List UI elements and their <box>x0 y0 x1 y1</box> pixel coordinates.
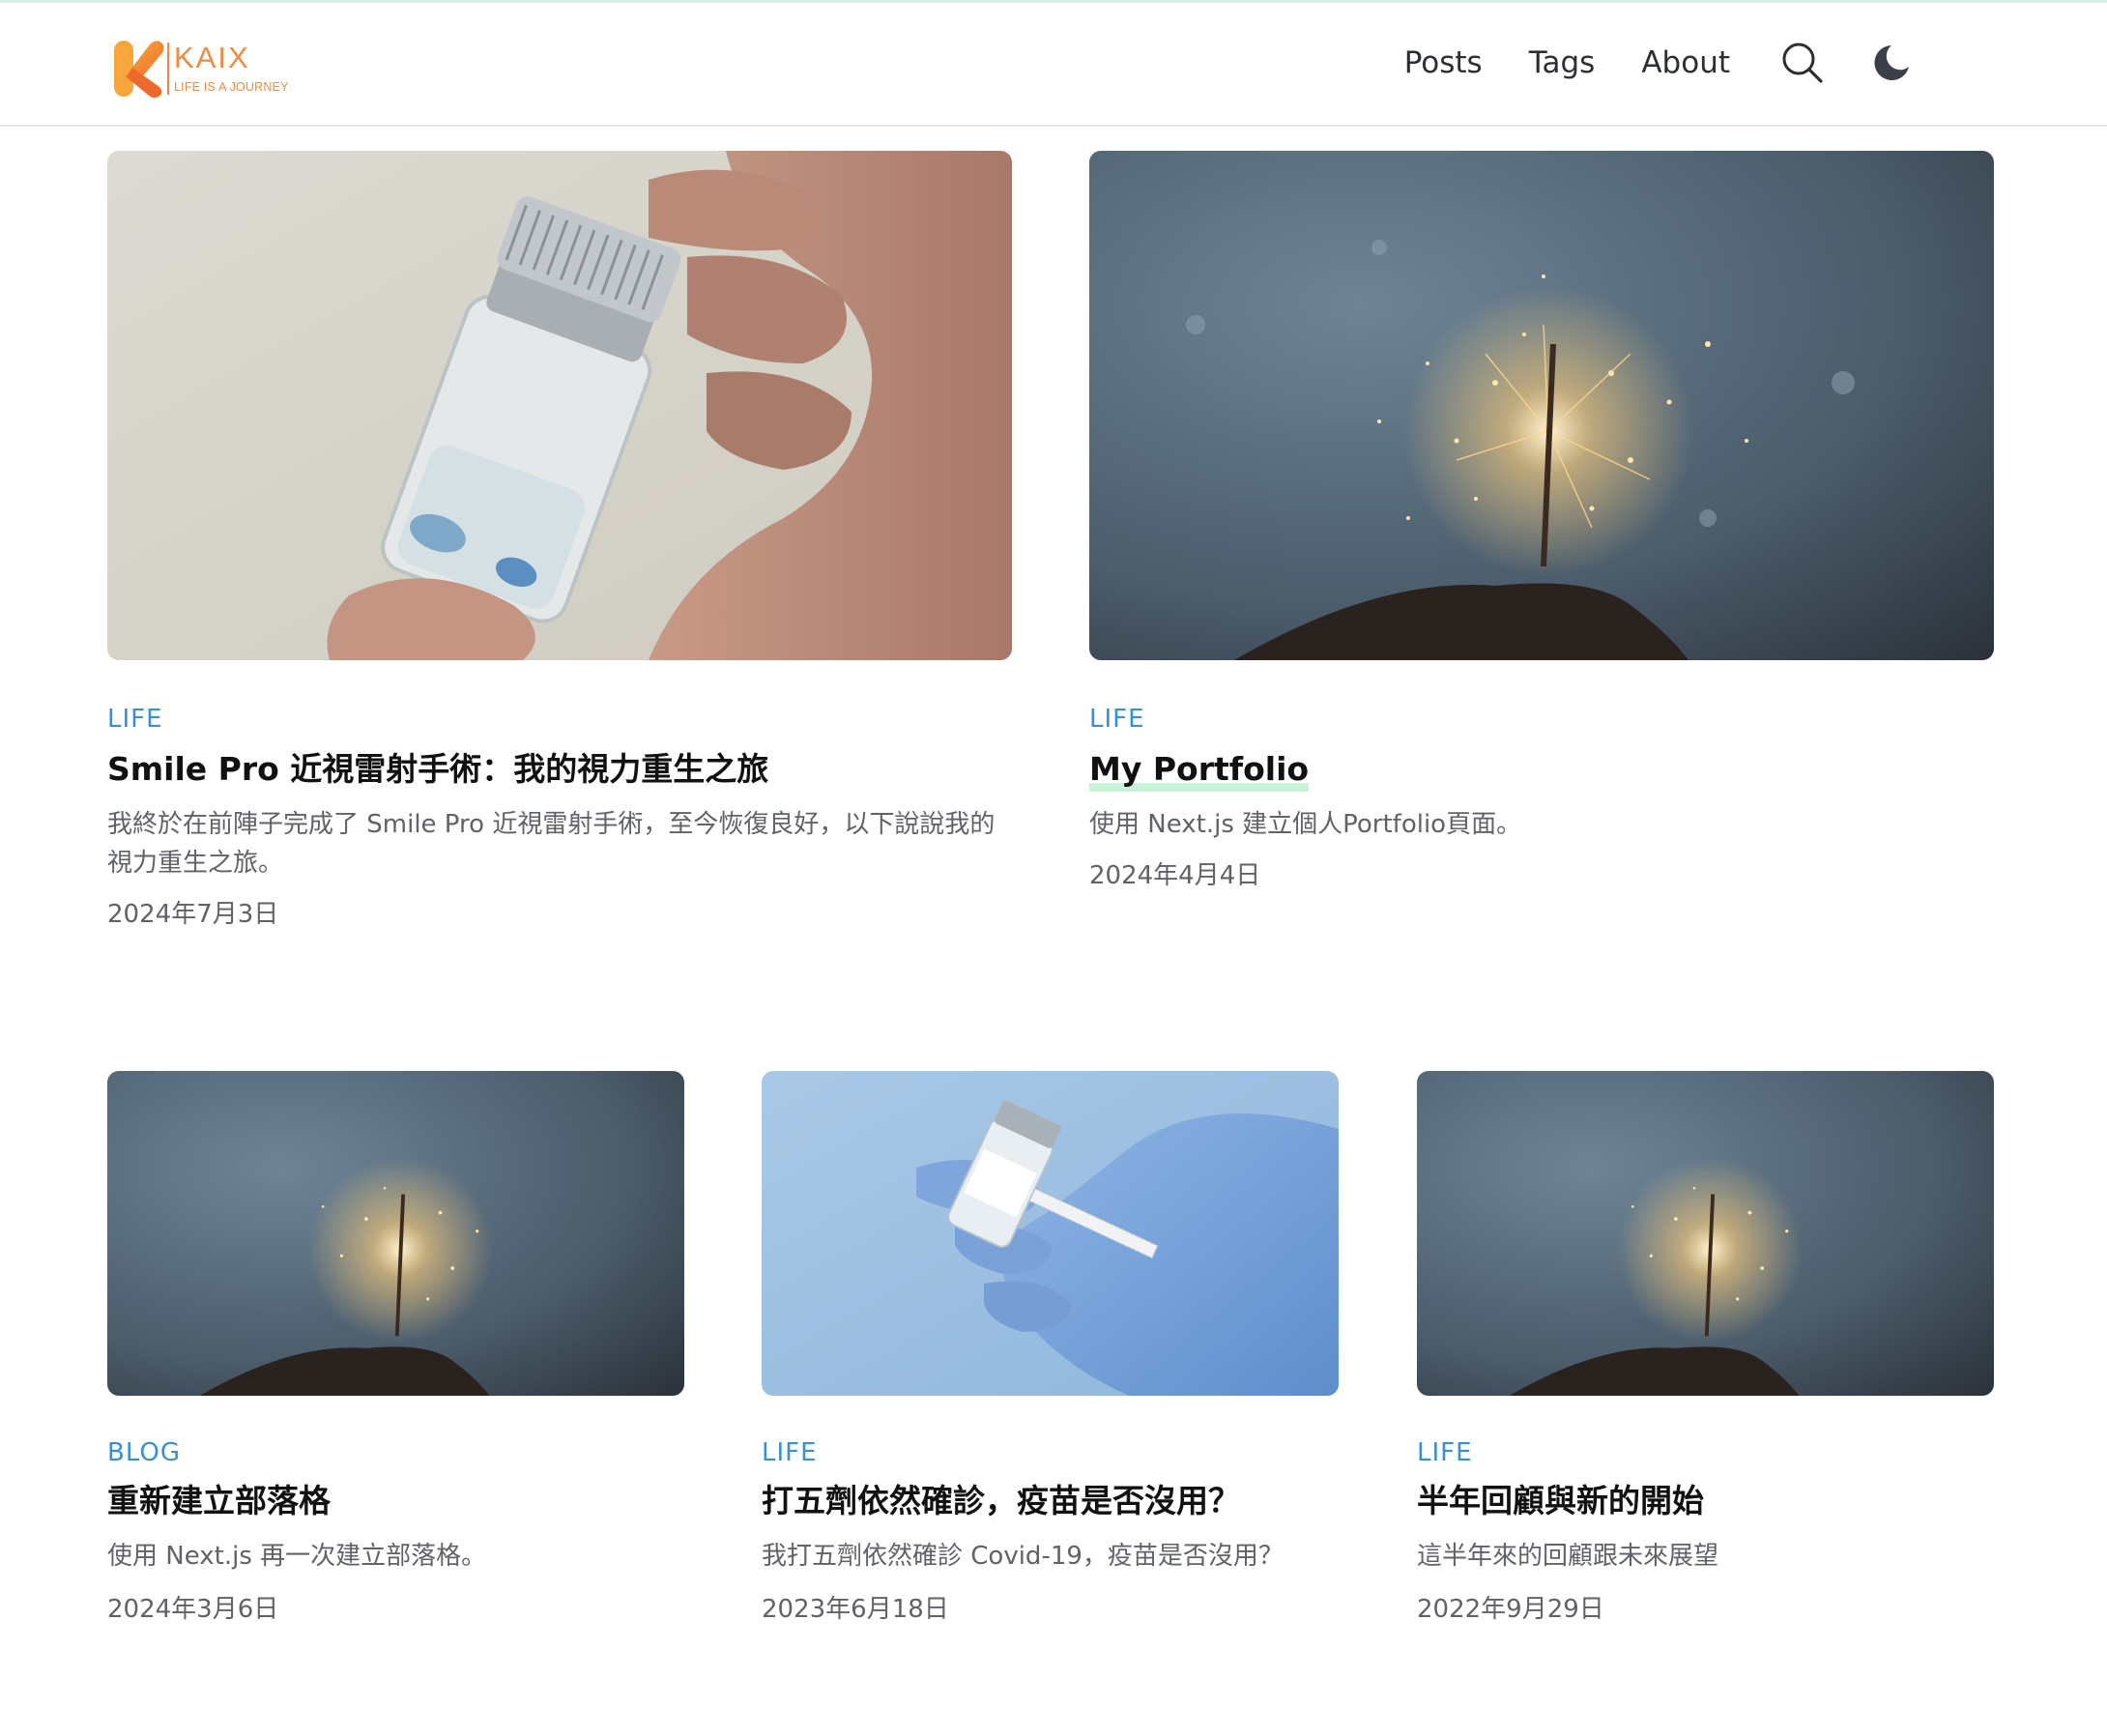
post-description: 這半年來的回顧跟未來展望 <box>1417 1542 1719 1571</box>
post-date: 2023年6月18日 <box>762 1595 949 1624</box>
brand-name: KAIX <box>174 41 250 74</box>
post-tag[interactable]: LIFE <box>762 1438 818 1467</box>
post-date: 2024年4月4日 <box>1089 861 1261 890</box>
nav-about-link[interactable]: About <box>1641 45 1730 80</box>
nav-tags-link[interactable]: Tags <box>1529 45 1596 80</box>
post-tag[interactable]: LIFE <box>107 705 163 734</box>
sparkler-photo <box>1417 1071 1994 1396</box>
post-card[interactable]: LIFE My Portfolio 使用 Next.js 建立個人Portfol… <box>1089 151 1994 891</box>
sparkler-photo <box>1089 151 1994 660</box>
site-logo[interactable]: KAIX LIFE IS A JOURNEY <box>111 39 289 99</box>
post-tag[interactable]: LIFE <box>1089 705 1145 734</box>
post-tag[interactable]: LIFE <box>1417 1438 1473 1467</box>
post-card[interactable]: LIFE 半年回顧與新的開始 這半年來的回顧跟未來展望 2022年9月29日 <box>1417 1071 1994 1625</box>
post-title[interactable]: My Portfolio <box>1089 747 1310 792</box>
post-date: 2022年9月29日 <box>1417 1595 1604 1624</box>
post-thumbnail[interactable] <box>762 1071 1339 1396</box>
theme-toggle-button[interactable] <box>1869 41 1914 85</box>
post-description: 我打五劑依然確診 Covid-19，疫苗是否沒用？ <box>762 1542 1284 1571</box>
search-icon <box>1782 43 1823 83</box>
post-description: 我終於在前陣子完成了 Smile Pro 近視雷射手術，至今恢復良好，以下說說我… <box>107 810 996 878</box>
nav-posts-link[interactable]: Posts <box>1404 45 1483 80</box>
post-description: 使用 Next.js 建立個人Portfolio頁面。 <box>1089 810 1522 839</box>
vial-photo <box>107 151 1012 660</box>
vaccine-photo <box>762 1071 1339 1396</box>
sparkler-photo <box>107 1071 684 1396</box>
brand-tagline: LIFE IS A JOURNEY <box>174 80 289 94</box>
site-header: KAIX LIFE IS A JOURNEY Posts Tags About <box>0 0 2107 127</box>
post-thumbnail[interactable] <box>107 1071 684 1396</box>
logo-k-icon <box>114 41 164 99</box>
post-title[interactable]: Smile Pro 近視雷射手術：我的視力重生之旅 <box>107 747 768 792</box>
post-description: 使用 Next.js 再一次建立部落格。 <box>107 1542 487 1571</box>
post-title[interactable]: 打五劑依然確診，疫苗是否沒用？ <box>762 1479 1240 1523</box>
main-nav: Posts Tags About <box>1404 33 1914 93</box>
moon-icon <box>1874 45 1909 80</box>
post-date: 2024年3月6日 <box>107 1595 279 1624</box>
post-thumbnail[interactable] <box>1089 151 1994 660</box>
post-date: 2024年7月3日 <box>107 900 279 929</box>
post-card[interactable]: BLOG 重新建立部落格 使用 Next.js 再一次建立部落格。 2024年3… <box>107 1071 684 1625</box>
post-card[interactable]: LIFE Smile Pro 近視雷射手術：我的視力重生之旅 我終於在前陣子完成… <box>107 151 1012 930</box>
post-thumbnail[interactable] <box>107 151 1012 660</box>
post-title[interactable]: 半年回顧與新的開始 <box>1417 1479 1704 1523</box>
post-title[interactable]: 重新建立部落格 <box>107 1479 331 1523</box>
search-button[interactable] <box>1780 41 1825 85</box>
logo-divider <box>167 43 169 95</box>
post-card[interactable]: LIFE 打五劑依然確診，疫苗是否沒用？ 我打五劑依然確診 Covid-19，疫… <box>762 1071 1339 1625</box>
post-tag[interactable]: BLOG <box>107 1438 181 1467</box>
post-thumbnail[interactable] <box>1417 1071 1994 1396</box>
